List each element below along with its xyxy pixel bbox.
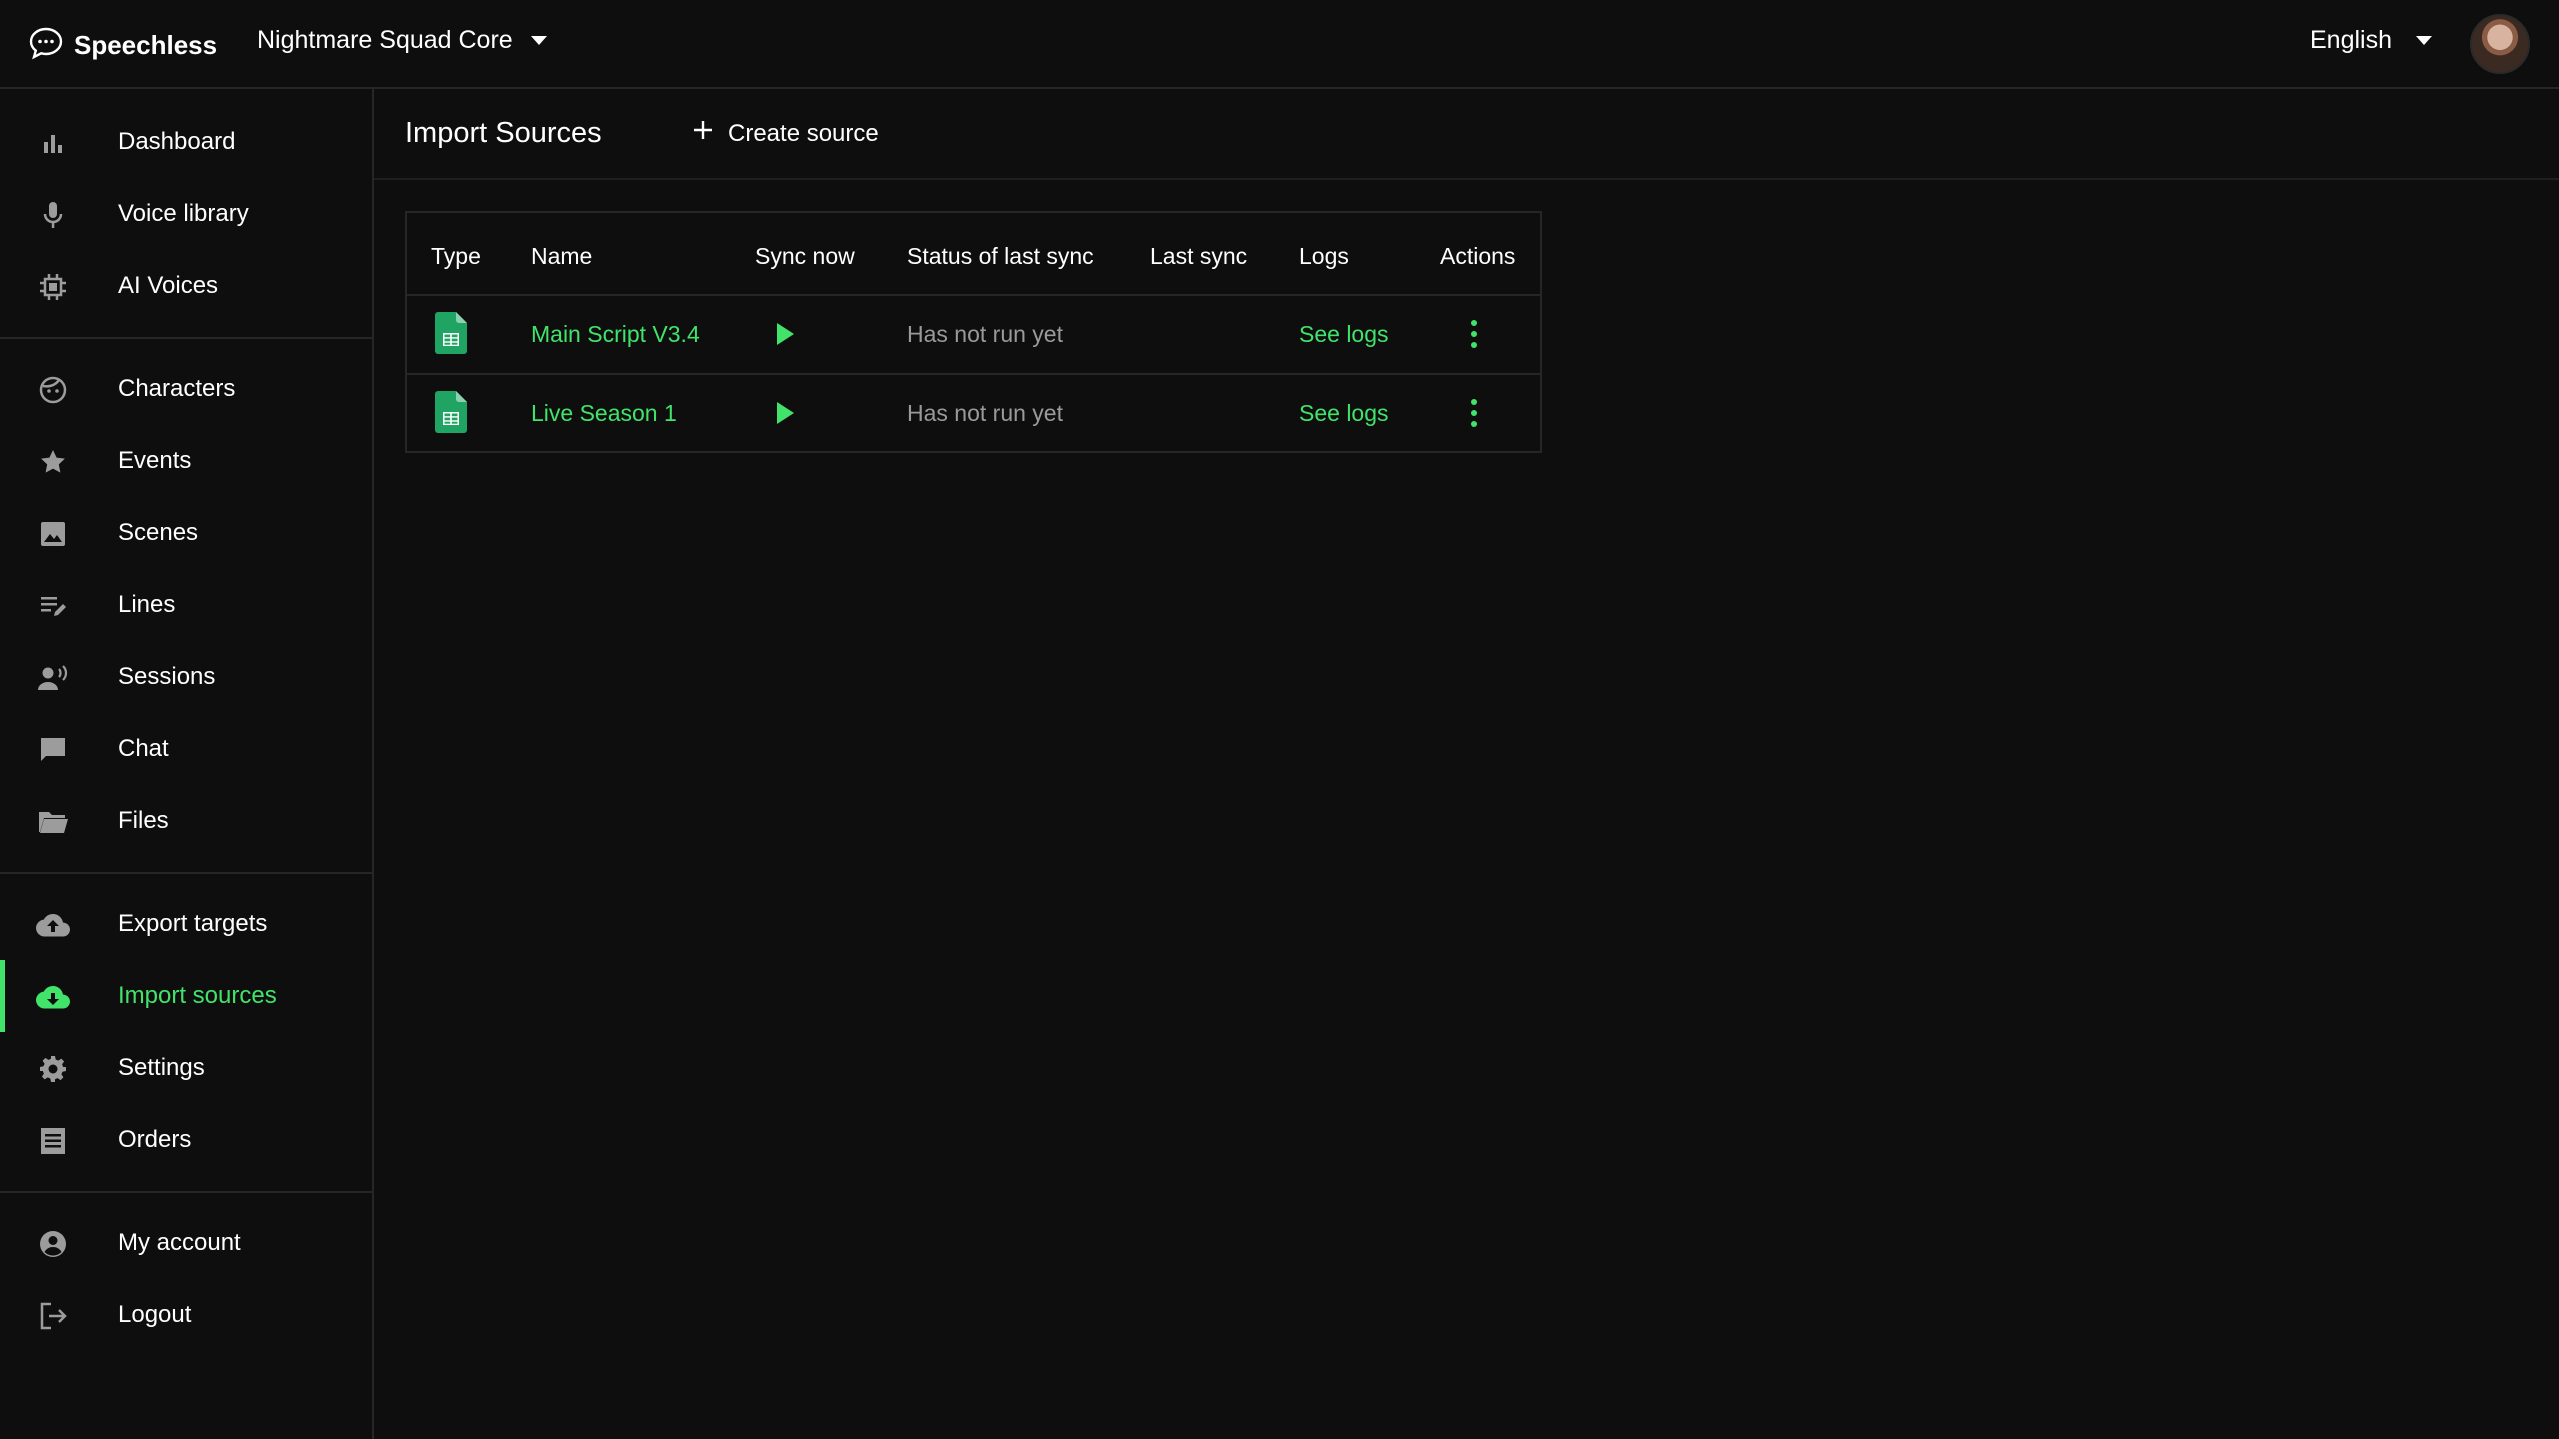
sidebar-item-lines[interactable]: Lines [0,569,372,641]
play-icon[interactable] [777,402,794,424]
receipt-icon [36,1126,70,1156]
sidebar-divider [0,1191,372,1193]
logout-icon [36,1301,70,1331]
sidebar-item-label: Export targets [118,910,268,937]
sidebar-item-chat[interactable]: Chat [0,713,372,785]
sidebar-item-logout[interactable]: Logout [0,1279,372,1351]
project-selector[interactable]: Nightmare Squad Core [257,26,547,55]
account-circle-icon [36,1229,70,1259]
source-name-link[interactable]: Main Script V3.4 [531,321,700,348]
sidebar-item-label: Lines [118,591,176,618]
sidebar-item-label: Events [118,447,192,474]
google-sheets-icon [435,312,467,359]
speaking-person-icon [36,663,70,693]
sidebar-item-label: Files [118,807,169,834]
chevron-down-icon [530,36,547,45]
image-icon [36,519,70,549]
sidebar-item-label: Settings [118,1054,205,1081]
google-sheets-icon [435,391,467,438]
sidebar-item-ai-voices[interactable]: AI Voices [0,250,372,322]
folder-icon [36,807,70,837]
column-header-last-sync: Last sync [1150,243,1248,269]
sidebar-item-export-targets[interactable]: Export targets [0,888,372,960]
sidebar-item-sessions[interactable]: Sessions [0,641,372,713]
language-label: English [2310,26,2392,54]
sidebar-item-files[interactable]: Files [0,785,372,857]
sidebar-item-scenes[interactable]: Scenes [0,497,372,569]
table-row: Live Season 1 Has not run yet See logs [407,373,1540,454]
sidebar-item-label: Scenes [118,519,199,546]
see-logs-link[interactable]: See logs [1299,400,1389,427]
sidebar-item-settings[interactable]: Settings [0,1032,372,1104]
more-vert-icon[interactable] [1464,320,1484,350]
sidebar-item-voice-library[interactable]: Voice library [0,178,372,250]
sync-status: Has not run yet [907,321,1063,347]
create-source-label: Create source [728,119,879,147]
bar-chart-icon [36,128,70,158]
sidebar-item-label: Logout [118,1301,192,1328]
sidebar-divider [0,872,372,874]
sync-status: Has not run yet [907,400,1063,426]
column-header-name: Name [531,243,593,269]
column-header-logs: Logs [1299,243,1349,269]
chip-icon [36,272,70,302]
sidebar-divider [0,337,372,339]
app-name: Speechless [74,30,218,60]
more-vert-icon[interactable] [1464,399,1484,429]
column-header-status: Status of last sync [907,243,1094,269]
column-header-sync-now: Sync now [755,243,855,269]
gear-icon [36,1054,70,1084]
face-icon [36,375,70,405]
sidebar-item-my-account[interactable]: My account [0,1207,372,1279]
sidebar-item-label: Import sources [118,982,277,1009]
sidebar-item-label: Dashboard [118,128,236,155]
sidebar-item-import-sources[interactable]: Import sources [0,960,372,1032]
project-name: Nightmare Squad Core [257,26,513,54]
sidebar-item-events[interactable]: Events [0,425,372,497]
sidebar-item-characters[interactable]: Characters [0,353,372,425]
create-source-button[interactable]: Create source [692,119,879,148]
sidebar-item-label: My account [118,1229,241,1256]
sidebar-item-label: Characters [118,375,236,402]
sidebar-item-label: Voice library [118,200,249,227]
app-logo[interactable]: Speechless [28,26,217,65]
sidebar-item-label: Sessions [118,663,216,690]
microphone-icon [36,200,70,230]
sidebar-item-label: AI Voices [118,272,219,299]
sidebar-item-orders[interactable]: Orders [0,1104,372,1176]
language-selector[interactable]: English [2310,26,2432,55]
page-header: Import Sources Create source [374,89,2559,180]
star-icon [36,447,70,477]
play-icon[interactable] [777,323,794,345]
cloud-download-icon [36,982,70,1012]
column-header-type: Type [431,243,481,269]
edit-lines-icon [36,591,70,621]
page-title: Import Sources [405,117,602,149]
sidebar-item-label: Chat [118,735,169,762]
import-sources-table: Type Name Sync now Status of last sync L… [405,211,1542,453]
cloud-upload-icon [36,910,70,940]
chevron-down-icon [2416,36,2432,45]
source-name-link[interactable]: Live Season 1 [531,400,677,427]
sidebar: Dashboard Voice library AI Voices Character… [0,89,374,1439]
table-row: Main Script V3.4 Has not run yet See log… [407,294,1540,375]
speech-bubble-icon [28,26,64,65]
column-header-actions: Actions [1440,243,1516,269]
chat-icon [36,735,70,765]
see-logs-link[interactable]: See logs [1299,321,1389,348]
plus-icon [692,119,714,148]
avatar[interactable] [2470,14,2530,74]
top-bar: Speechless Nightmare Squad Core English [0,0,2559,89]
sidebar-item-dashboard[interactable]: Dashboard [0,106,372,178]
sidebar-item-label: Orders [118,1126,192,1153]
